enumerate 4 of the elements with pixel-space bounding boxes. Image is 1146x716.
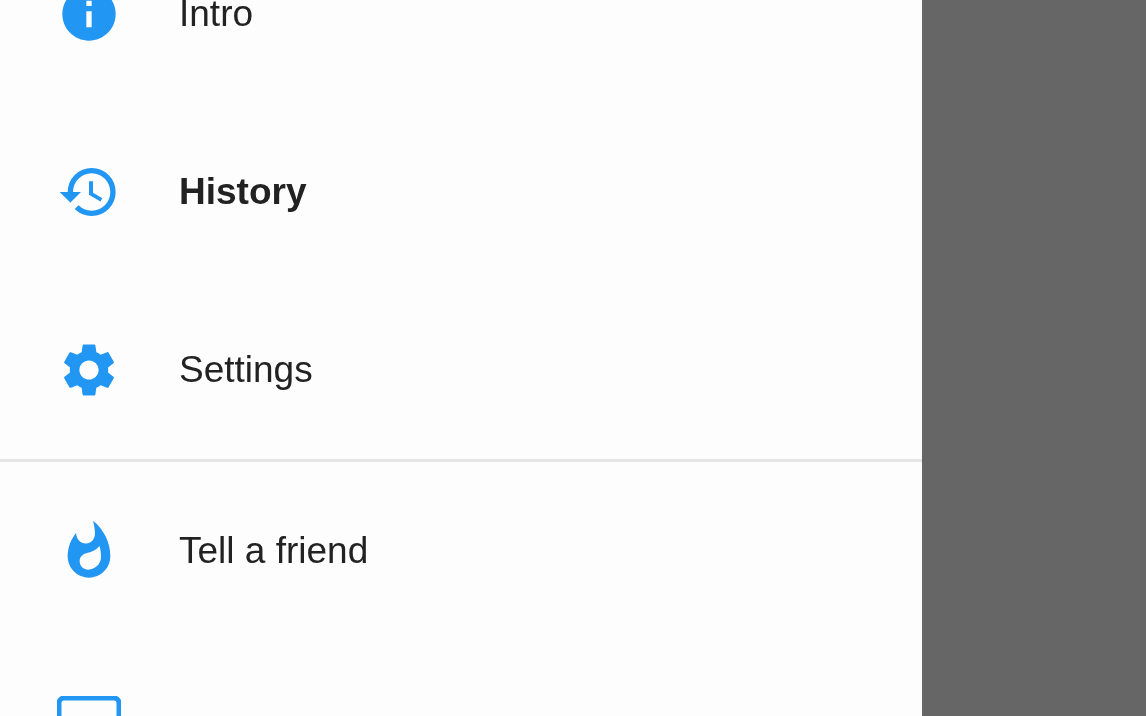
menu-item[interactable]: Tell a friend [179,530,369,572]
menu-item[interactable]: Settings [179,349,313,391]
menu-item[interactable]: Intro [179,0,254,35]
menu-item[interactable]: History [179,171,307,213]
